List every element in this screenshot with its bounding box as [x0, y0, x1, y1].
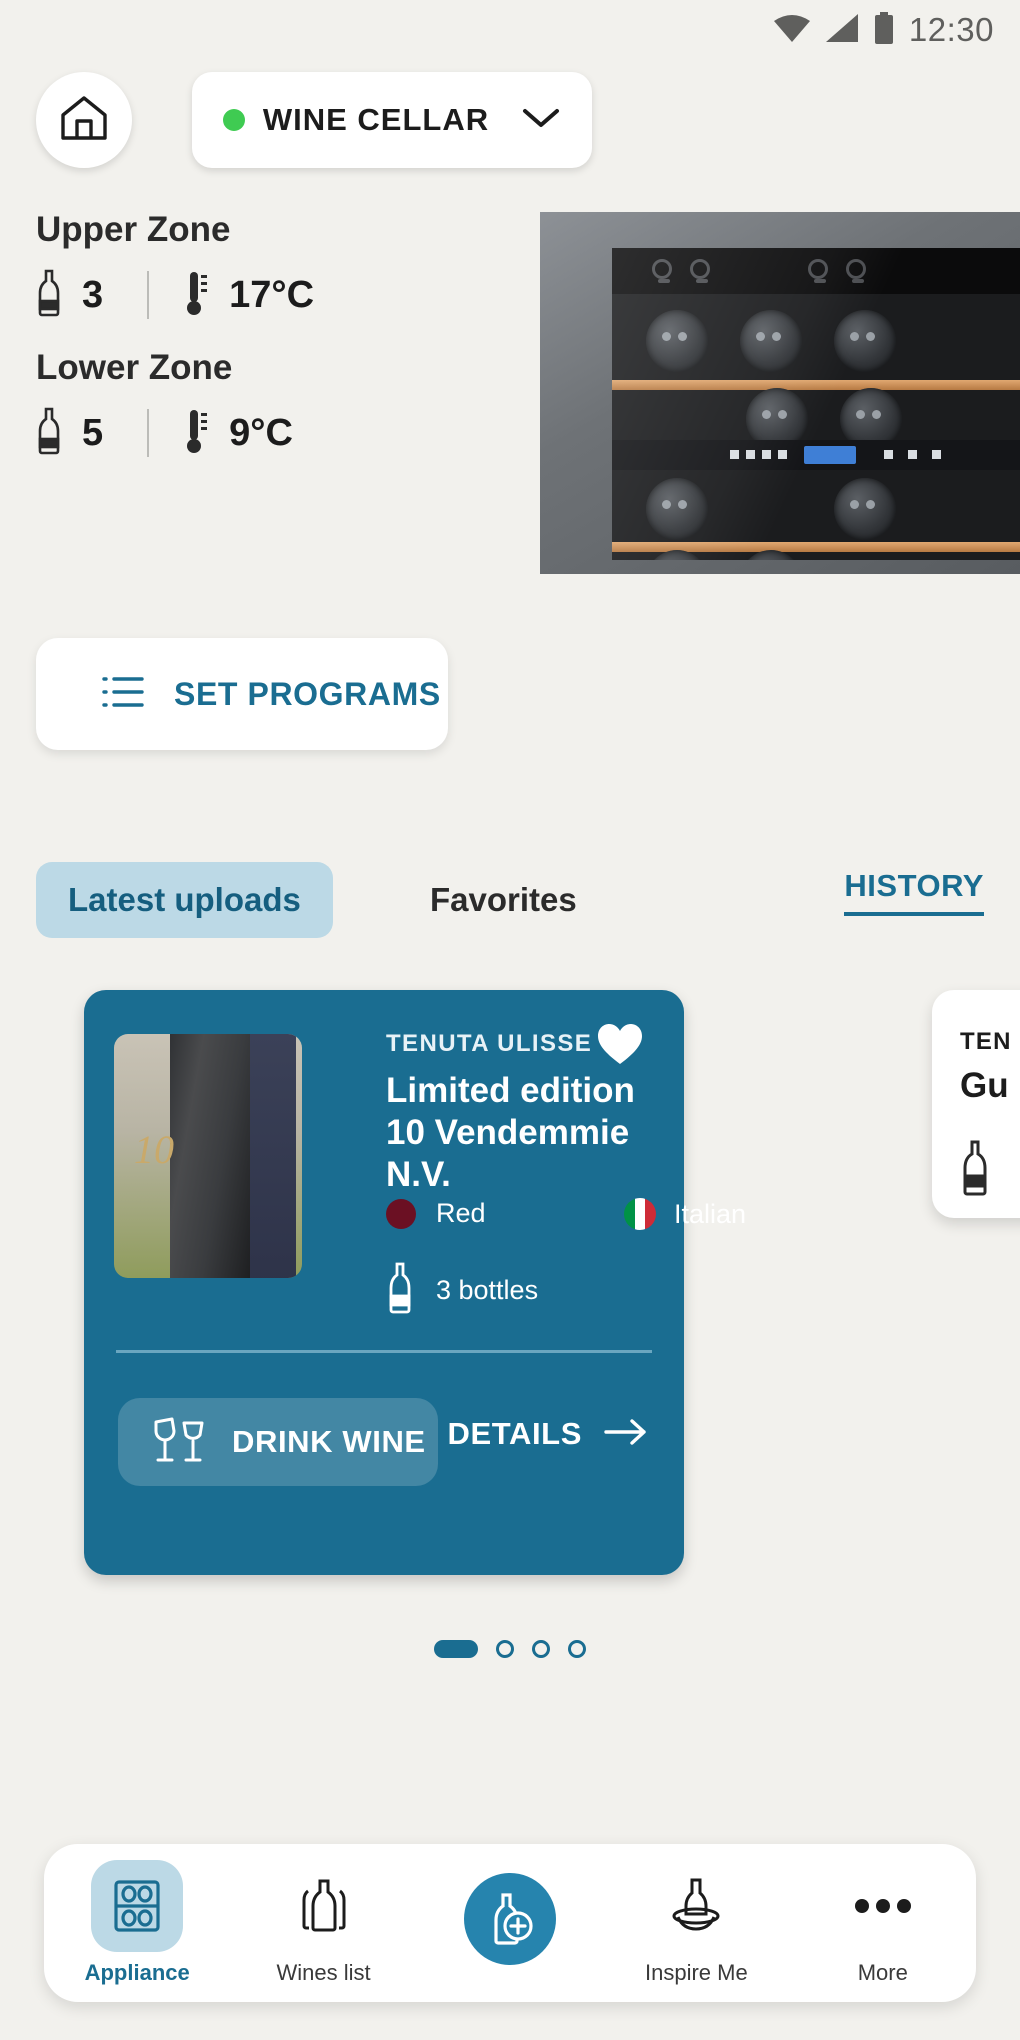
cheers-glasses-icon — [152, 1417, 206, 1468]
zone-lower-temp-value: 9°C — [229, 411, 293, 454]
set-programs-label: SET PROGRAMS — [174, 675, 441, 712]
italian-flag-icon — [624, 1198, 656, 1230]
tab-latest-uploads[interactable]: Latest uploads — [36, 862, 333, 938]
battery-icon — [873, 11, 895, 49]
bottle-icon — [960, 1140, 990, 1201]
more-dots-icon — [837, 1860, 929, 1952]
app-screen: 12:30 WINE CELLAR Upper Zone 3 17°C Lowe… — [0, 0, 1020, 2040]
home-icon — [59, 94, 109, 147]
wine-title-label: Gu — [960, 1066, 1009, 1105]
nav-item-inspire-me[interactable]: Inspire Me — [611, 1860, 781, 1986]
drink-wine-button[interactable]: DRINK WINE — [118, 1398, 438, 1486]
zone-lower-temperature: 9°C — [183, 407, 293, 460]
list-icon — [102, 675, 144, 714]
drink-wine-label: DRINK WINE — [232, 1424, 426, 1459]
device-status-dot — [222, 109, 245, 131]
carousel-pagination[interactable] — [0, 1640, 1020, 1658]
wine-brand-label: TENUTA ULISSE — [386, 1030, 593, 1057]
zone-upper-metrics: 3 17°C — [36, 264, 506, 326]
wine-title-label: Limited edition 10 Vendemmie N.V. — [386, 1071, 635, 1194]
nav-item-inspire-me-label: Inspire Me — [645, 1960, 748, 1985]
details-button[interactable]: DETAILS — [447, 1416, 648, 1452]
device-selector[interactable]: WINE CELLAR — [192, 72, 592, 168]
wine-color-swatch-icon — [386, 1198, 416, 1229]
history-underline — [844, 912, 984, 916]
zone-lower-divider — [147, 409, 150, 457]
chevron-down-icon[interactable] — [521, 106, 561, 135]
tab-favorites[interactable]: Favorites — [430, 862, 577, 938]
wine-bottles-label: 3 bottles — [436, 1275, 539, 1305]
zone-upper-title: Upper Zone — [36, 210, 231, 249]
zone-upper-temperature: 17°C — [183, 269, 314, 322]
zone-lower: Lower Zone 5 9°C — [36, 348, 506, 464]
zone-lower-title: Lower Zone — [36, 348, 233, 387]
history-link[interactable]: HISTORY — [844, 868, 984, 916]
cellular-signal-icon — [825, 13, 859, 48]
wine-country-meta: Italian — [624, 1198, 746, 1230]
wine-bottle-photo: 10 — [114, 1034, 302, 1278]
thermometer-icon — [183, 269, 209, 322]
status-bar: 12:30 — [0, 0, 1020, 60]
wine-bottles-meta: 3 bottles — [386, 1262, 538, 1319]
nav-item-appliance[interactable]: Appliance — [52, 1860, 222, 1986]
set-programs-button[interactable]: SET PROGRAMS — [36, 638, 448, 750]
zone-lower-bottle-count: 5 — [82, 411, 104, 454]
appliance-interior — [612, 248, 1020, 560]
tab-latest-uploads-label: Latest uploads — [68, 881, 301, 918]
pagination-dot[interactable] — [568, 1640, 586, 1658]
bottle-decanter-icon — [650, 1860, 742, 1952]
bottle-label-decor: 10 — [134, 1127, 174, 1172]
favorite-heart-icon[interactable] — [596, 1022, 644, 1071]
appliance-image[interactable] — [540, 212, 1020, 574]
zone-lower-metrics: 5 9°C — [36, 402, 506, 464]
add-bottle-icon — [463, 1873, 556, 1965]
wine-card[interactable]: 10 TENUTA ULISSE Limited edition 10 Vend… — [84, 990, 746, 1575]
nav-item-appliance-label: Appliance — [84, 1960, 190, 1985]
nav-item-more-label: More — [857, 1960, 908, 1985]
history-link-label: HISTORY — [844, 868, 984, 903]
pagination-dot-active[interactable] — [434, 1640, 478, 1658]
wine-country-label: Italian — [674, 1198, 747, 1229]
arrow-right-icon — [604, 1417, 648, 1452]
pagination-dot[interactable] — [532, 1640, 550, 1658]
zone-lower-bottles: 5 — [36, 407, 103, 460]
zone-upper-bottles: 3 — [36, 269, 103, 322]
bottle-icon — [36, 407, 62, 460]
thermometer-icon — [183, 407, 209, 460]
wifi-icon — [773, 13, 811, 48]
card-separator — [116, 1350, 652, 1353]
bottles-icon — [278, 1860, 370, 1952]
wine-color-label: Red — [436, 1198, 486, 1228]
bottom-navigation: Appliance Wines list Inspire Me More — [44, 1844, 976, 2002]
zone-summary: Upper Zone 3 17°C Lower Zone 5 9°C — [36, 210, 506, 486]
tab-favorites-label: Favorites — [430, 881, 577, 918]
app-header: WINE CELLAR — [0, 72, 1020, 168]
nav-item-wines-list[interactable]: Wines list — [239, 1860, 409, 1986]
wine-color-meta: Red — [386, 1198, 486, 1229]
bottle-icon — [36, 269, 62, 322]
details-label: DETAILS — [447, 1416, 582, 1451]
wine-card-next[interactable]: TEN Gu — [932, 990, 1020, 1218]
wine-card-carousel[interactable]: 10 TENUTA ULISSE Limited edition 10 Vend… — [0, 990, 1020, 1590]
home-button[interactable] — [36, 72, 132, 168]
zone-upper-divider — [147, 271, 150, 319]
wine-brand-label: TEN — [960, 1028, 1012, 1055]
zone-upper: Upper Zone 3 17°C — [36, 210, 506, 326]
bottle-icon — [386, 1262, 414, 1319]
status-bar-clock: 12:30 — [908, 11, 994, 48]
zone-upper-temp-value: 17°C — [229, 273, 315, 316]
device-name-label: WINE CELLAR — [262, 102, 490, 137]
nav-item-wines-list-label: Wines list — [276, 1960, 371, 1985]
nav-item-more[interactable]: More — [798, 1860, 968, 1986]
wine-cellar-icon — [91, 1860, 184, 1952]
zone-upper-bottle-count: 3 — [82, 273, 104, 316]
nav-item-add-bottle[interactable] — [425, 1873, 595, 1973]
content-tabs: Latest uploads Favorites HISTORY — [0, 862, 1020, 962]
pagination-dot[interactable] — [496, 1640, 514, 1658]
